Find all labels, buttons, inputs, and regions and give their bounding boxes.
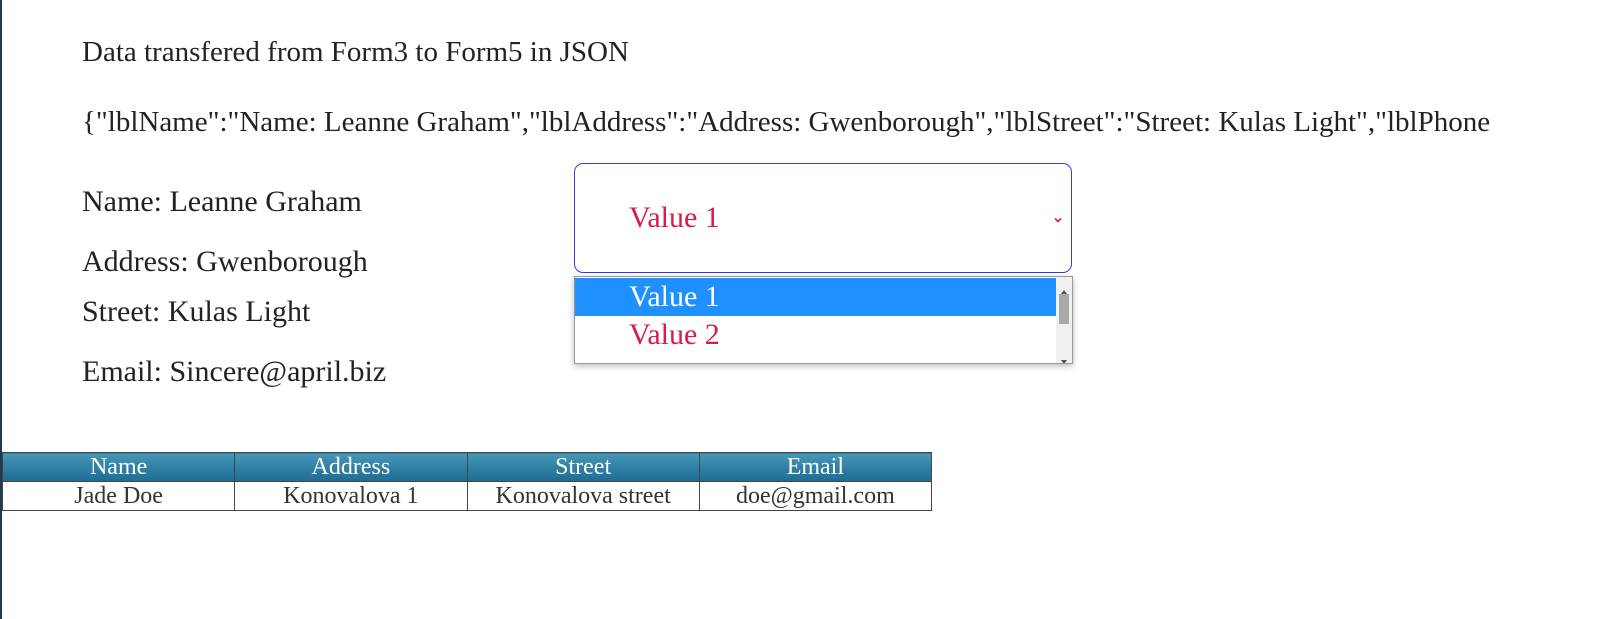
select-selected-value: Value 1 (629, 201, 720, 234)
address-label: Address: Gwenborough (82, 245, 368, 278)
select-dropdown-list[interactable]: Value 1 Value 2 (574, 276, 1073, 364)
page-heading: Data transfered from Form3 to Form5 in J… (82, 36, 629, 68)
table-row: Jade Doe Konovalova 1 Konovalova street … (1, 481, 933, 511)
column-header-email: Email (698, 452, 933, 482)
value-select[interactable]: Value 1 (574, 163, 1072, 273)
dropdown-scrollbar[interactable] (1056, 277, 1072, 363)
json-output: {"lblName":"Name: Leanne Graham","lblAdd… (82, 106, 1491, 138)
cell-address: Konovalova 1 (234, 481, 468, 511)
column-header-address: Address (234, 452, 468, 482)
cell-email: doe@gmail.com (698, 481, 933, 511)
column-header-name: Name (1, 452, 236, 482)
chevron-down-icon (1053, 212, 1063, 223)
name-label: Name: Leanne Graham (82, 185, 362, 218)
table-header-row: Name Address Street Email (1, 452, 933, 482)
column-header-street: Street (466, 452, 700, 482)
cell-street: Konovalova street (466, 481, 700, 511)
select-option-value-2[interactable]: Value 2 (575, 316, 1057, 354)
street-label: Street: Kulas Light (82, 295, 311, 328)
select-option-value-1[interactable]: Value 1 (575, 278, 1057, 316)
email-label: Email: Sincere@april.biz (82, 355, 387, 388)
cell-name: Jade Doe (1, 481, 236, 511)
scroll-up-arrow-icon[interactable] (1060, 282, 1068, 294)
page: Data transfered from Form3 to Form5 in J… (0, 0, 1624, 619)
left-border (0, 0, 2, 619)
scrollbar-thumb[interactable] (1059, 294, 1069, 324)
data-table: Name Address Street Email Jade Doe Konov… (1, 452, 933, 511)
scroll-down-arrow-icon[interactable] (1060, 352, 1068, 363)
